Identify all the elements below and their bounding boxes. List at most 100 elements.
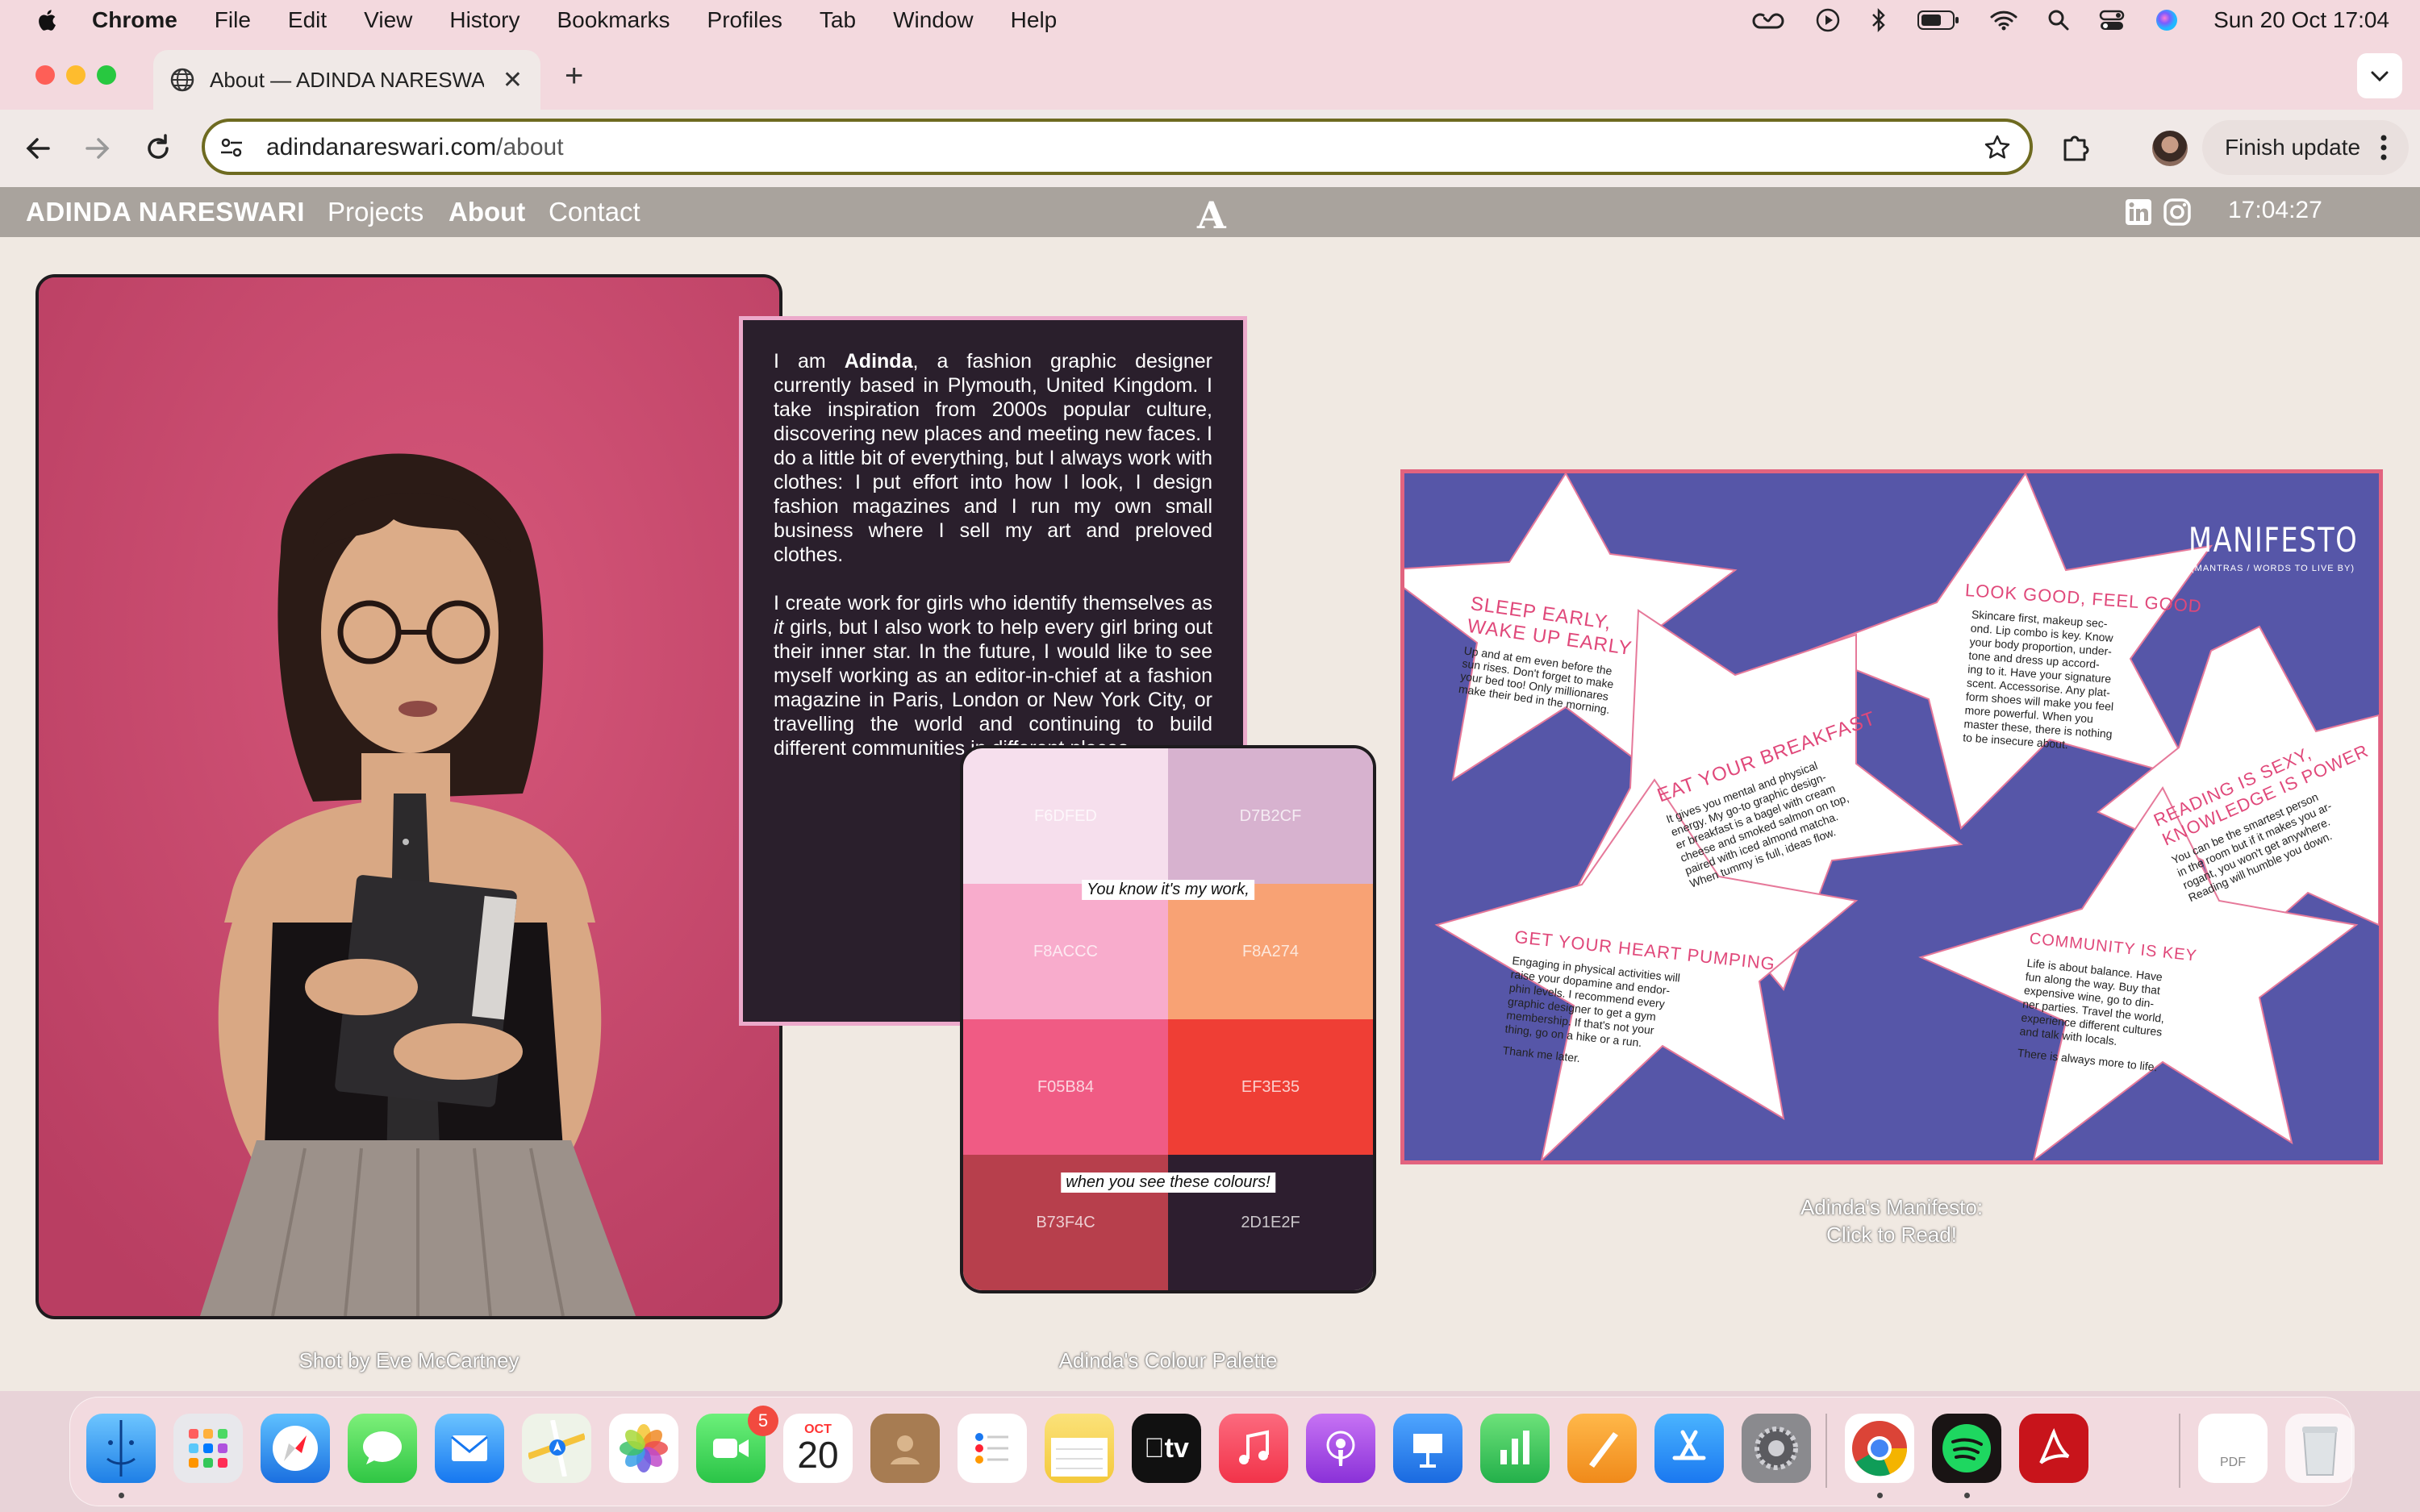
macos-dock: 5OCT20 tv PDF [69,1397,2355,1506]
dock-system-settings-icon[interactable] [1742,1414,1811,1483]
control-center-icon[interactable] [2099,8,2125,32]
nav-projects-link[interactable]: Projects [328,197,424,227]
profile-avatar[interactable] [2152,131,2188,166]
back-arrow-icon[interactable] [21,131,56,166]
dock-app-store-icon[interactable] [1654,1414,1724,1483]
menu-bar-status-area: Sun 20 Oct 17:04 [1750,0,2389,40]
dock-tv-icon[interactable]: tv [1132,1414,1201,1483]
address-bar-url: adindanareswari.com/about [266,134,564,160]
dock-safari-icon[interactable] [261,1414,330,1483]
dock-calendar-icon[interactable]: OCT 20 [783,1414,853,1483]
colour-palette-card[interactable]: F6DFED D7B2CF F8ACCC F8A274 F05B84 EF3E35 B73F… [960,745,1376,1293]
chevron-down-icon [2371,71,2389,82]
palette-swatch: EF3E35 [1168,1019,1373,1155]
dock-contacts-icon[interactable] [870,1414,940,1483]
address-bar[interactable]: adindanareswari.com/about [202,119,2033,175]
bookmark-star-icon[interactable] [1983,133,2012,162]
dock-running-indicator [119,1493,124,1498]
menu-file[interactable]: File [215,7,251,33]
menu-bar-clock[interactable]: Sun 20 Oct 17:04 [2213,7,2389,33]
menu-edit[interactable]: Edit [288,7,327,33]
battery-icon[interactable] [1917,9,1960,31]
dock-spotify-icon[interactable] [1932,1414,2001,1483]
dock-trash-icon[interactable] [2285,1414,2355,1483]
menu-profiles[interactable]: Profiles [707,7,782,33]
palette-swatch: F8ACCC [963,884,1168,1019]
palette-caption: Adinda's Colour Palette [1058,1348,1278,1372]
dock-running-indicator [1877,1493,1883,1498]
tab-search-button[interactable] [2357,53,2402,98]
tab-close-icon[interactable]: ✕ [503,66,523,94]
linkedin-icon[interactable] [2125,198,2152,226]
dock-podcasts-icon[interactable] [1306,1414,1375,1483]
dock-separator [2179,1414,2180,1488]
siri-icon[interactable] [2154,7,2180,33]
dock-messages-icon[interactable] [348,1414,417,1483]
extensions-puzzle-icon[interactable] [2059,129,2094,165]
menu-bookmarks[interactable]: Bookmarks [557,7,670,33]
site-brand-link[interactable]: ADINDA NARESWARI [26,197,305,227]
dock-reminders-icon[interactable] [958,1414,1027,1483]
creative-cloud-icon[interactable] [1750,8,1786,32]
menu-app-name[interactable]: Chrome [92,7,177,33]
menu-help[interactable]: Help [1011,7,1058,33]
site-clock: 17:04:27 [2228,197,2322,223]
manifesto-subtitle: (MANTRAS / WORDS TO LIVE BY) [2191,564,2355,573]
bio-name: Adinda [844,350,913,373]
palette-swatch: F05B84 [963,1019,1168,1155]
forward-arrow-icon[interactable] [79,131,115,166]
spotlight-search-icon[interactable] [2047,8,2070,32]
dock-chrome-icon[interactable] [1845,1414,1914,1483]
reload-icon[interactable] [140,131,176,166]
dock-documents-icon[interactable]: PDF [2198,1414,2268,1483]
finish-update-label: Finish update [2225,135,2361,160]
browser-tab-strip: About — ADINDA NARESWARI ✕ + [0,40,2420,110]
dock-music-icon[interactable] [1219,1414,1288,1483]
browser-tab-active[interactable]: About — ADINDA NARESWARI ✕ [153,50,540,110]
manifesto-caption[interactable]: Adinda's Manifesto: Click to Read! [1400,1193,2383,1248]
site-logo[interactable]: A [1197,194,1226,237]
menu-view[interactable]: View [364,7,412,33]
wifi-icon[interactable] [1989,9,2018,31]
window-minimize-button[interactable] [66,65,86,85]
kebab-menu-icon[interactable] [2380,131,2388,164]
bio-paragraph-1: I am Adinda, a fashion graphic designer … [774,350,1212,566]
web-page: ADINDA NARESWARI Projects About Contact … [0,187,2420,1391]
site-navbar: ADINDA NARESWARI Projects About Contact … [0,187,2420,237]
dock-keynote-icon[interactable] [1393,1414,1462,1483]
manifesto-item-body: Skincare first, makeup sec-ond. Lip comb… [1962,607,2114,752]
manifesto-item-look-good: LOOK GOOD, FEEL GOOD Skincare first, mak… [1955,580,2203,760]
dock-launchpad-icon[interactable] [173,1414,243,1483]
dock-notes-icon[interactable] [1045,1414,1114,1483]
window-close-button[interactable] [35,65,55,85]
bio-paragraph-2: I create work for girls who identify the… [774,592,1212,760]
site-info-icon[interactable] [219,135,244,160]
apple-logo-icon[interactable] [35,8,56,32]
dock-numbers-icon[interactable] [1480,1414,1550,1483]
dock-pages-icon[interactable] [1567,1414,1637,1483]
nav-contact-link[interactable]: Contact [549,197,640,227]
facetime-notification-badge: 5 [748,1406,778,1436]
dock-maps-icon[interactable] [522,1414,591,1483]
play-icon[interactable] [1815,7,1841,33]
menu-window[interactable]: Window [893,7,974,33]
menu-tab[interactable]: Tab [820,7,856,33]
dock-finder-icon[interactable] [86,1414,156,1483]
palette-quote-2: when you see these colours! [1061,1173,1275,1193]
portrait-illustration [39,277,779,1316]
dock-mail-icon[interactable] [435,1414,504,1483]
nav-about-link[interactable]: About [449,197,525,227]
portrait-photo [35,274,782,1319]
dock-acrobat-icon[interactable] [2019,1414,2088,1483]
dock-photos-icon[interactable] [609,1414,678,1483]
window-zoom-button[interactable] [97,65,116,85]
bluetooth-icon[interactable] [1870,7,1888,33]
finish-update-button[interactable]: Finish update [2202,120,2409,175]
menu-history[interactable]: History [449,7,519,33]
new-tab-button[interactable]: + [565,58,583,94]
photo-caption: Shot by Eve McCartney [298,1348,519,1372]
instagram-icon[interactable] [2163,198,2191,226]
manifesto-card[interactable]: MANIFESTO (MANTRAS / WORDS TO LIVE BY) S… [1400,469,2383,1164]
browser-toolbar: adindanareswari.com/about Finish update [0,110,2420,187]
tab-title: About — ADINDA NARESWARI [210,67,484,92]
